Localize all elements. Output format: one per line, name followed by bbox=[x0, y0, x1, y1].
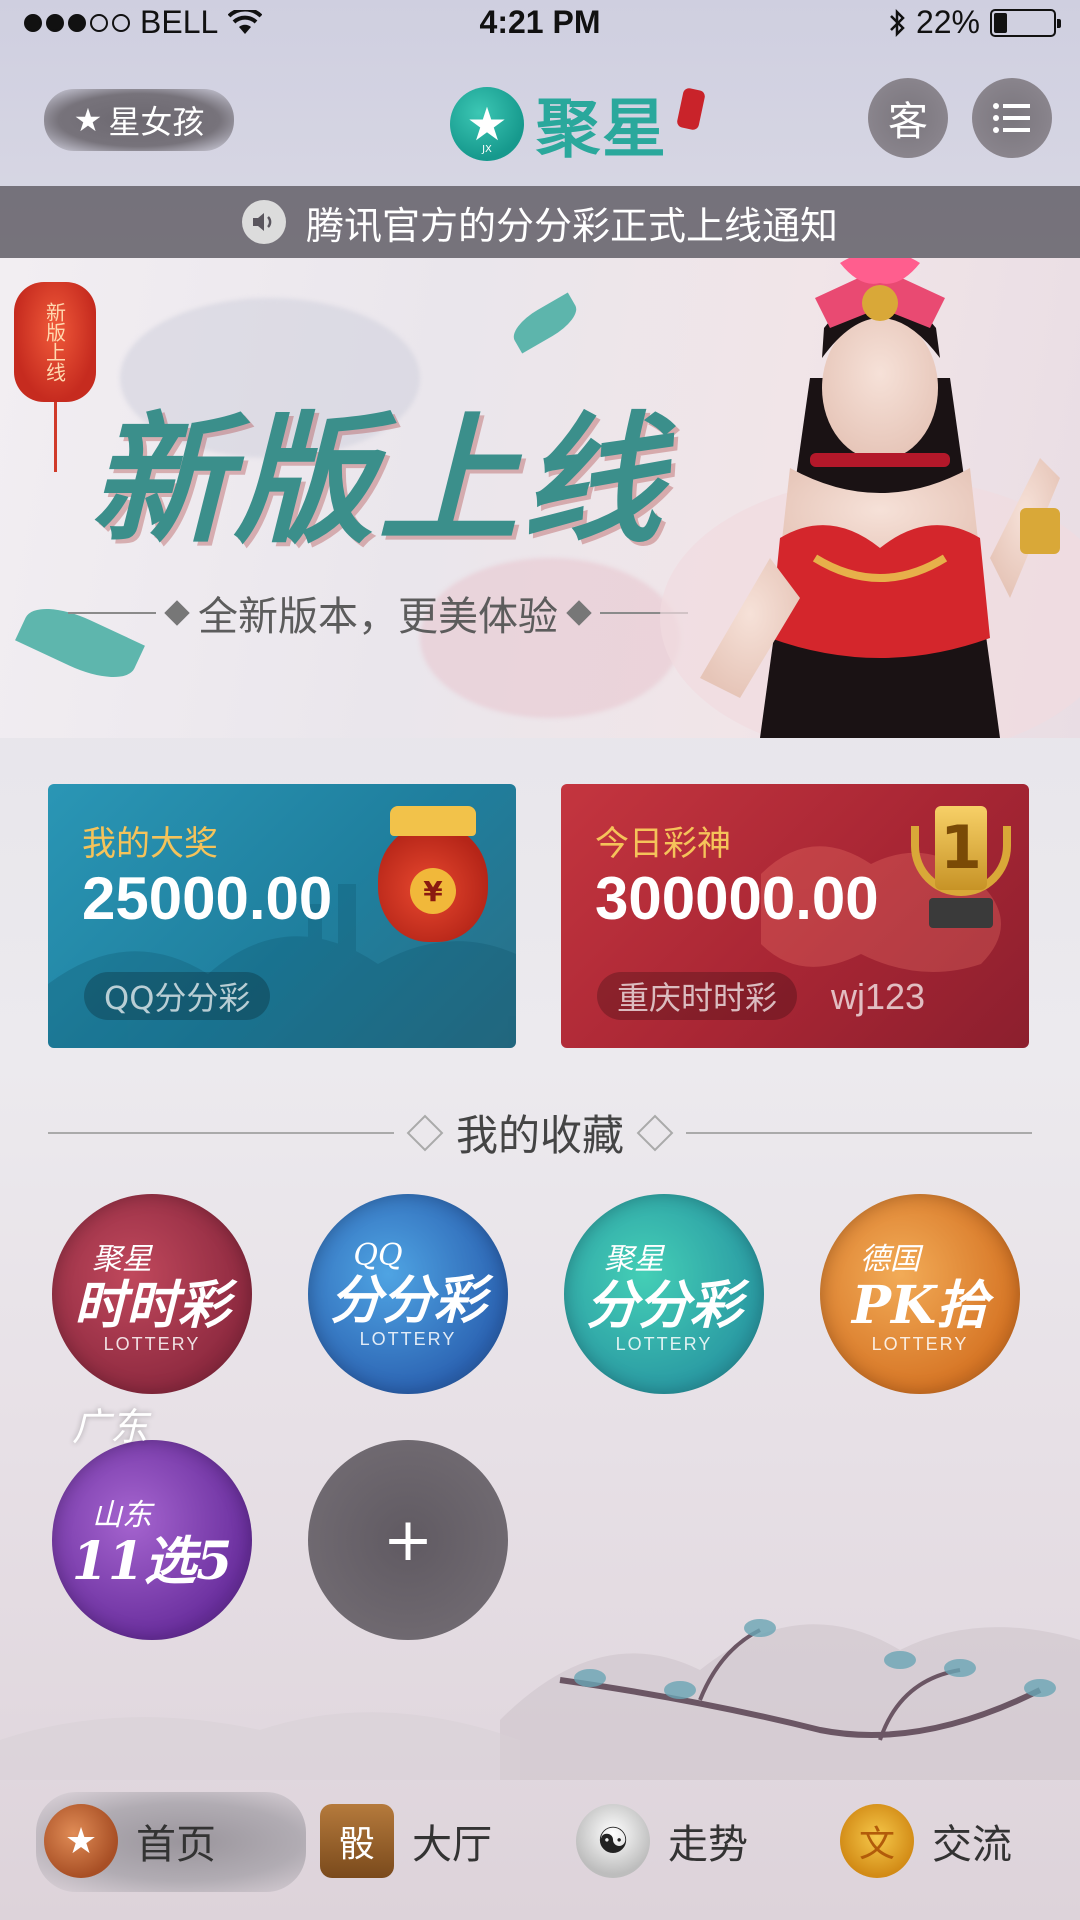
card-game-tag: QQ分分彩 bbox=[84, 972, 271, 1020]
game-small-text: QQ bbox=[353, 1238, 403, 1273]
logo-star-icon: ★ JX bbox=[450, 87, 524, 161]
star-icon: ★ bbox=[73, 101, 103, 139]
logo-seal-icon bbox=[676, 87, 706, 131]
announcement-text: 腾讯官方的分分彩正式上线通知 bbox=[305, 203, 838, 248]
game-small-text: 聚星 bbox=[604, 1241, 664, 1277]
battery-percent: 22% bbox=[915, 4, 980, 40]
game-lottery-text: LOTTERY bbox=[615, 1333, 713, 1354]
app-logo: ★ JX 聚星 bbox=[450, 78, 706, 170]
tab-label: 首页 bbox=[136, 1822, 216, 1868]
card-label: 我的大奖 bbox=[82, 824, 218, 864]
ink-mountain-scenery bbox=[0, 1619, 1080, 1780]
banner-subtitle: 全新版本，更美体验 bbox=[198, 594, 558, 640]
lantern-icon: 新版上线 bbox=[14, 282, 96, 402]
card-amount: 25000.00 bbox=[82, 865, 333, 932]
game-big-text: 时时彩 bbox=[73, 1274, 230, 1336]
game-lottery-text: LOTTERY bbox=[103, 1333, 201, 1354]
gold-ingot bbox=[390, 806, 476, 836]
customer-service-label: 客 bbox=[888, 99, 928, 145]
tab-home[interactable]: ★ 首页 bbox=[36, 1786, 306, 1896]
favorite-game-qq-ffc[interactable]: QQ 分分彩 LOTTERY bbox=[308, 1194, 508, 1394]
rank-number: 1 bbox=[935, 806, 987, 890]
game-big-text: PK拾 bbox=[851, 1274, 989, 1336]
logo-text: 聚星 bbox=[536, 93, 668, 167]
tab-trend[interactable]: ☯ 走势 bbox=[576, 1786, 748, 1896]
game-small-text: 德国 bbox=[860, 1241, 920, 1277]
home-star-icon: ★ bbox=[44, 1804, 118, 1878]
tab-label: 大厅 bbox=[412, 1822, 492, 1868]
chat-coin-icon: 文 bbox=[840, 1804, 914, 1878]
menu-button[interactable] bbox=[972, 78, 1052, 158]
banner-title: 新版上线 bbox=[90, 399, 667, 563]
game-big-text: 分分彩 bbox=[329, 1270, 486, 1331]
divider bbox=[48, 1131, 394, 1134]
trophy-icon: 1 bbox=[911, 806, 1011, 946]
favorites-header: 我的收藏 bbox=[48, 1102, 1033, 1163]
announcement-bar[interactable]: 腾讯官方的分分彩正式上线通知 bbox=[0, 186, 1080, 258]
lantern-string bbox=[54, 402, 57, 472]
diamond-icon bbox=[164, 600, 190, 626]
lantern-text: 新版上线 bbox=[42, 302, 67, 382]
divider bbox=[68, 612, 156, 614]
bottom-tab-bar: ★ 首页 骰 大厅 ☯ 走势 文 交流 bbox=[0, 1772, 1080, 1920]
battery-fill bbox=[994, 12, 1007, 33]
card-game-tag: 重庆时时彩 bbox=[597, 972, 798, 1020]
game-lottery-text: LOTTERY bbox=[871, 1333, 969, 1354]
tab-label: 交流 bbox=[932, 1822, 1012, 1868]
favorite-game-de-pk10[interactable]: 德国 PK拾 LOTTERY bbox=[820, 1194, 1020, 1394]
logo-badge-text: JX bbox=[482, 144, 492, 155]
game-small-text: 聚星 bbox=[92, 1241, 152, 1277]
tab-hall[interactable]: 骰 大厅 bbox=[320, 1786, 492, 1896]
tab-label: 走势 bbox=[668, 1822, 748, 1868]
game-region-text: 广东 bbox=[72, 1405, 149, 1449]
money-bag-icon: ¥ bbox=[378, 806, 488, 942]
bluetooth-icon bbox=[890, 8, 905, 37]
user-profile-button[interactable]: ★ 星女孩 bbox=[44, 89, 234, 151]
menu-icon bbox=[993, 103, 1030, 133]
card-label: 今日彩神 bbox=[595, 824, 731, 864]
tab-community[interactable]: 文 交流 bbox=[840, 1786, 1012, 1896]
favorite-game-jx-ffc[interactable]: 聚星 分分彩 LOTTERY bbox=[564, 1194, 764, 1394]
diamond-icon bbox=[636, 1114, 674, 1151]
hall-icon: 骰 bbox=[320, 1804, 394, 1878]
banner-subtitle-row: 全新版本，更美体验 bbox=[68, 584, 688, 642]
yuan-coin: ¥ bbox=[410, 868, 456, 914]
speaker-icon bbox=[241, 200, 286, 244]
app-header: ★ 星女孩 ★ JX 聚星 客 bbox=[0, 44, 1080, 186]
lottery-god-card[interactable]: 今日彩神 300000.00 重庆时时彩 wj123 1 bbox=[561, 784, 1029, 1048]
trophy-base bbox=[929, 898, 993, 928]
promo-banner[interactable]: 新版上线 新版上线 全新版本，更美体验 bbox=[0, 258, 1080, 738]
card-amount: 300000.00 bbox=[595, 865, 879, 932]
banner-character-image bbox=[660, 258, 1080, 738]
diamond-icon bbox=[406, 1114, 444, 1151]
favorites-title: 我的收藏 bbox=[456, 1111, 625, 1160]
leaf-decoration bbox=[507, 292, 583, 354]
customer-service-button[interactable]: 客 bbox=[868, 78, 948, 158]
diamond-icon bbox=[566, 600, 592, 626]
game-lottery-text: LOTTERY bbox=[359, 1329, 457, 1349]
my-jackpot-card[interactable]: 我的大奖 25000.00 QQ分分彩 ¥ bbox=[48, 784, 516, 1048]
game-big-text: 分分彩 bbox=[585, 1274, 742, 1336]
battery-icon bbox=[990, 8, 1061, 37]
winner-username: wj123 bbox=[831, 976, 926, 1017]
status-right: 22% bbox=[888, 4, 1061, 41]
status-bar: BELL 4:21 PM 22% bbox=[0, 0, 1080, 44]
user-name: 星女孩 bbox=[108, 103, 205, 141]
favorite-game-jx-ssc[interactable]: 聚星 时时彩 LOTTERY bbox=[52, 1194, 252, 1394]
yin-yang-icon: ☯ bbox=[576, 1804, 650, 1878]
divider bbox=[686, 1131, 1033, 1134]
